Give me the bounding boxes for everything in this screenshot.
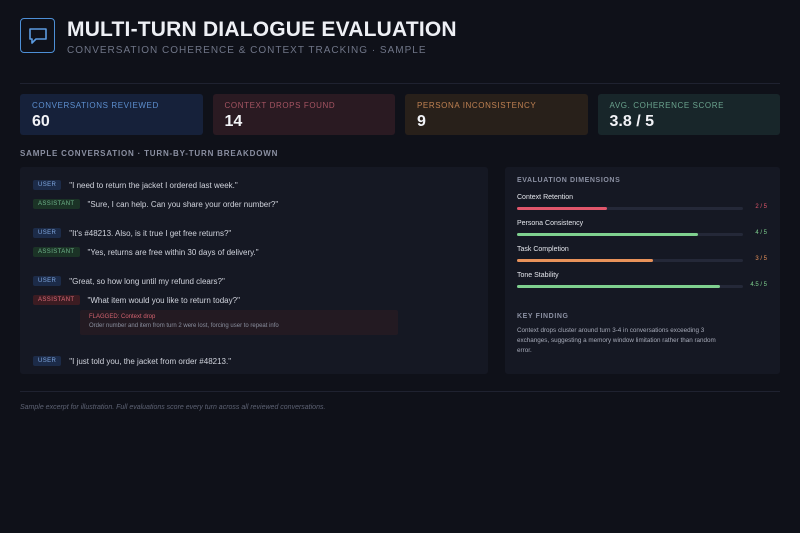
turn-message: "Yes, returns are free within 30 days of… xyxy=(87,247,259,257)
role-badge-assistant: ASSISTANT xyxy=(33,247,80,257)
stat-value: 60 xyxy=(32,113,50,130)
flag-callout: FLAGGED: Context drop Order number and i… xyxy=(80,310,398,335)
stat-value: 14 xyxy=(224,113,243,130)
role-badge-user: USER xyxy=(33,276,62,286)
turn-message: "Great, so how long until my refund clea… xyxy=(69,276,225,286)
score-bar-track xyxy=(517,285,743,288)
stat-label: AVG. COHERENCE SCORE xyxy=(609,101,725,110)
conversation-heading: SAMPLE CONVERSATION · TURN-BY-TURN BREAK… xyxy=(20,149,279,158)
role-badge-assistant: ASSISTANT xyxy=(33,199,80,209)
header: MULTI-TURN DIALOGUE EVALUATION CONVERSAT… xyxy=(20,18,457,56)
dimension-task-completion: Task Completion 3 / 5 xyxy=(517,246,767,262)
evaluation-panel: EVALUATION DIMENSIONS Context Retention … xyxy=(505,167,780,374)
stat-label: CONTEXT DROPS FOUND xyxy=(224,101,336,110)
role-badge-user: USER xyxy=(33,228,62,238)
turn-message: "It's #48213. Also, is it true I get fre… xyxy=(69,228,232,238)
stat-label: PERSONA INCONSISTENCY xyxy=(417,101,537,110)
dimension-score: 3 / 5 xyxy=(755,256,767,262)
turn-message: "I need to return the jacket I ordered l… xyxy=(69,180,238,190)
page-subtitle: CONVERSATION COHERENCE & CONTEXT TRACKIN… xyxy=(67,45,427,56)
stat-value: 9 xyxy=(417,113,426,130)
conversation-turn: ASSISTANT "Sure, I can help. Can you sha… xyxy=(33,199,278,209)
conversation-turn: USER "I need to return the jacket I orde… xyxy=(33,180,238,190)
dimension-tone-stability: Tone Stability 4.5 / 5 xyxy=(517,272,767,288)
header-divider xyxy=(20,83,780,84)
key-finding-text: Context drops cluster around turn 3-4 in… xyxy=(517,327,716,354)
role-badge-user: USER xyxy=(33,180,62,190)
conversation-turn: ASSISTANT "Yes, returns are free within … xyxy=(33,247,259,257)
score-bar-fill xyxy=(517,207,608,210)
stat-card-persona: PERSONA INCONSISTENCY 9 xyxy=(405,94,588,135)
turn-message: "What item would you like to return toda… xyxy=(87,295,240,305)
stat-card-context-drops: CONTEXT DROPS FOUND 14 xyxy=(212,94,395,135)
key-finding-heading: KEY FINDING xyxy=(517,313,569,320)
page-title: MULTI-TURN DIALOGUE EVALUATION xyxy=(67,18,457,41)
dimension-score: 4.5 / 5 xyxy=(750,282,767,288)
stats-row: CONVERSATIONS REVIEWED 60 CONTEXT DROPS … xyxy=(20,94,780,135)
footer-divider xyxy=(20,391,780,392)
turn-message: "I just told you, the jacket from order … xyxy=(69,356,232,366)
stat-label: CONVERSATIONS REVIEWED xyxy=(32,101,159,110)
dimension-name: Tone Stability xyxy=(517,272,559,279)
conversation-turn: USER "Great, so how long until my refund… xyxy=(33,276,225,286)
score-bar-fill xyxy=(517,233,698,236)
dimension-name: Persona Consistency xyxy=(517,220,584,227)
chat-bubble-icon xyxy=(20,18,55,53)
flag-detail: Order number and item from turn 2 were l… xyxy=(89,323,279,329)
score-bar-fill xyxy=(517,259,653,262)
stat-card-coherence: AVG. COHERENCE SCORE 3.8 / 5 xyxy=(597,94,780,135)
dimension-context-retention: Context Retention 2 / 5 xyxy=(517,194,767,210)
conversation-panel: USER "I need to return the jacket I orde… xyxy=(20,167,488,374)
conversation-turn: USER "It's #48213. Also, is it true I ge… xyxy=(33,228,231,238)
score-bar-track xyxy=(517,233,743,236)
conversation-turn-flagged: ASSISTANT "What item would you like to r… xyxy=(33,295,240,305)
role-badge-user: USER xyxy=(33,356,62,366)
score-bar-track xyxy=(517,259,743,262)
stat-value: 3.8 / 5 xyxy=(609,113,654,130)
conversation-turn: USER "I just told you, the jacket from o… xyxy=(33,356,231,366)
role-badge-assistant-flagged: ASSISTANT xyxy=(33,295,80,305)
footer-note: Sample excerpt for illustration. Full ev… xyxy=(20,404,326,411)
stat-card-conversations: CONVERSATIONS REVIEWED 60 xyxy=(20,94,203,135)
score-bar-fill xyxy=(517,285,721,288)
flag-title: FLAGGED: Context drop xyxy=(89,314,156,320)
dimension-name: Task Completion xyxy=(517,246,569,253)
dimension-persona-consistency: Persona Consistency 4 / 5 xyxy=(517,220,767,236)
dimension-score: 4 / 5 xyxy=(755,230,767,236)
dimension-name: Context Retention xyxy=(517,194,574,201)
dimension-score: 2 / 5 xyxy=(755,204,767,210)
evaluation-heading: EVALUATION DIMENSIONS xyxy=(517,177,621,184)
score-bar-track xyxy=(517,207,743,210)
turn-message: "Sure, I can help. Can you share your or… xyxy=(87,199,279,209)
